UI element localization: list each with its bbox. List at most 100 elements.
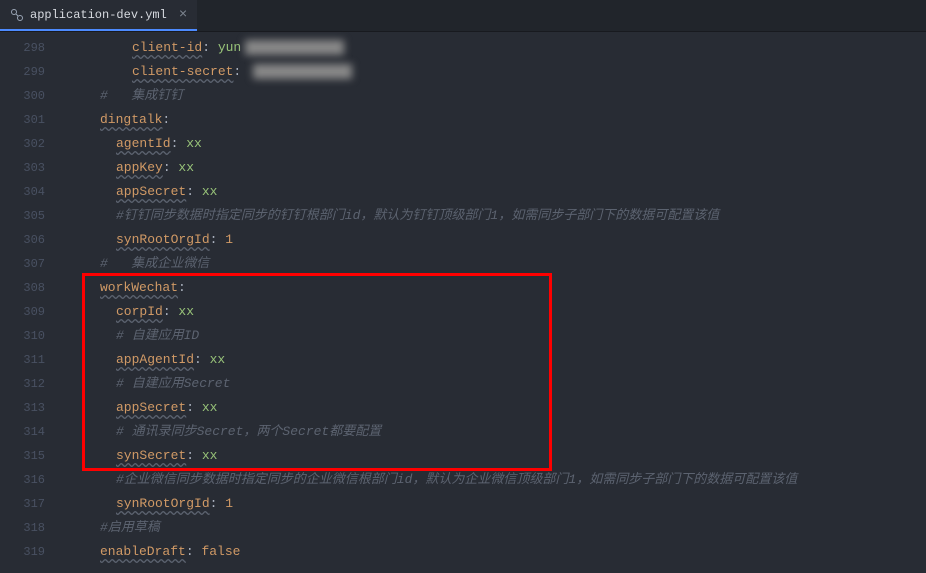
line-number-gutter: 2982993003013023033043053063073083093103…: [0, 32, 62, 573]
code-line[interactable]: appSecret: xx: [62, 396, 926, 420]
comment-text: # 集成钉钉: [100, 88, 183, 103]
obscured-value: xxxxx: [253, 64, 352, 79]
colon: :: [171, 136, 187, 151]
yaml-key: appKey: [116, 160, 163, 175]
tabs-bar: application-dev.yml ×: [0, 0, 926, 32]
yaml-value: 1: [225, 232, 233, 247]
line-number: 301: [0, 108, 61, 132]
yaml-value: xx: [210, 352, 226, 367]
close-icon[interactable]: ×: [179, 7, 187, 23]
comment-text: #启用草稿: [100, 520, 160, 535]
code-line[interactable]: agentId: xx: [62, 132, 926, 156]
code-content[interactable]: client-id: yunxxxxxclient-secret: xxxxx#…: [62, 32, 926, 573]
yaml-value: false: [201, 544, 240, 559]
colon: :: [163, 304, 179, 319]
yaml-key: appSecret: [116, 184, 186, 199]
code-line[interactable]: # 通讯录同步Secret，两个Secret都要配置: [62, 420, 926, 444]
yaml-value: xx: [202, 400, 218, 415]
line-number: 310: [0, 324, 61, 348]
code-line[interactable]: synRootOrgId: 1: [62, 492, 926, 516]
code-line[interactable]: appAgentId: xx: [62, 348, 926, 372]
line-number: 306: [0, 228, 61, 252]
line-number: 316: [0, 468, 61, 492]
line-number: 315: [0, 444, 61, 468]
code-line[interactable]: appKey: xx: [62, 156, 926, 180]
yaml-value: 1: [225, 496, 233, 511]
colon: :: [186, 448, 202, 463]
line-number: 314: [0, 420, 61, 444]
code-line[interactable]: # 集成企业微信: [62, 252, 926, 276]
code-line[interactable]: #启用草稿: [62, 516, 926, 540]
code-line[interactable]: dingtalk:: [62, 108, 926, 132]
colon: :: [194, 352, 210, 367]
code-line[interactable]: synRootOrgId: 1: [62, 228, 926, 252]
code-line[interactable]: corpId: xx: [62, 300, 926, 324]
comment-text: # 自建应用Secret: [116, 376, 230, 391]
yaml-key: dingtalk: [100, 112, 162, 127]
yaml-value: xx: [186, 136, 202, 151]
code-line[interactable]: enableDraft: false: [62, 540, 926, 564]
line-number: 318: [0, 516, 61, 540]
yaml-key: synRootOrgId: [116, 232, 210, 247]
line-number: 303: [0, 156, 61, 180]
yaml-key: agentId: [116, 136, 171, 151]
code-line[interactable]: #企业微信同步数据时指定同步的企业微信根部门id，默认为企业微信顶级部门1，如需…: [62, 468, 926, 492]
line-number: 319: [0, 540, 61, 564]
colon: :: [186, 400, 202, 415]
line-number: 298: [0, 36, 61, 60]
code-line[interactable]: # 集成钉钉: [62, 84, 926, 108]
yaml-file-icon: [10, 8, 24, 22]
yaml-key: appSecret: [116, 400, 186, 415]
code-line[interactable]: client-secret: xxxxx: [62, 60, 926, 84]
code-line[interactable]: synSecret: xx: [62, 444, 926, 468]
yaml-key: client-id: [132, 40, 202, 55]
tab-active[interactable]: application-dev.yml ×: [0, 0, 197, 31]
line-number: 307: [0, 252, 61, 276]
yaml-value: xx: [202, 448, 218, 463]
colon: :: [202, 40, 218, 55]
yaml-key: corpId: [116, 304, 163, 319]
yaml-key: synRootOrgId: [116, 496, 210, 511]
colon: :: [163, 160, 179, 175]
comment-text: # 自建应用ID: [116, 328, 199, 343]
code-line[interactable]: client-id: yun xxxxx: [62, 36, 926, 60]
line-number: 317: [0, 492, 61, 516]
yaml-key: workWechat: [100, 280, 178, 295]
line-number: 313: [0, 396, 61, 420]
yaml-value: xx: [178, 304, 194, 319]
line-number: 308: [0, 276, 61, 300]
line-number: 302: [0, 132, 61, 156]
colon: :: [162, 112, 170, 127]
colon: :: [178, 280, 186, 295]
yaml-key: appAgentId: [116, 352, 194, 367]
tab-filename: application-dev.yml: [30, 8, 167, 22]
comment-text: # 通讯录同步Secret，两个Secret都要配置: [116, 424, 381, 439]
code-line[interactable]: #钉钉同步数据时指定同步的钉钉根部门id，默认为钉钉顶级部门1，如需同步子部门下…: [62, 204, 926, 228]
yaml-value: xx: [178, 160, 194, 175]
colon: :: [210, 496, 226, 511]
colon: :: [186, 544, 202, 559]
colon: :: [186, 184, 202, 199]
yaml-key: synSecret: [116, 448, 186, 463]
obscured-value: xxxxx: [245, 40, 344, 55]
comment-text: #钉钉同步数据时指定同步的钉钉根部门id，默认为钉钉顶级部门1，如需同步子部门下…: [116, 208, 719, 223]
line-number: 300: [0, 84, 61, 108]
line-number: 299: [0, 60, 61, 84]
colon: :: [233, 64, 249, 79]
line-number: 305: [0, 204, 61, 228]
yaml-key: enableDraft: [100, 544, 186, 559]
line-number: 309: [0, 300, 61, 324]
yaml-value: yun: [218, 40, 241, 55]
colon: :: [210, 232, 226, 247]
code-line[interactable]: workWechat:: [62, 276, 926, 300]
comment-text: # 集成企业微信: [100, 256, 209, 271]
code-line[interactable]: # 自建应用ID: [62, 324, 926, 348]
yaml-key: client-secret: [132, 64, 233, 79]
comment-text: #企业微信同步数据时指定同步的企业微信根部门id，默认为企业微信顶级部门1，如需…: [116, 472, 797, 487]
editor-area[interactable]: 2982993003013023033043053063073083093103…: [0, 32, 926, 573]
code-line[interactable]: appSecret: xx: [62, 180, 926, 204]
line-number: 304: [0, 180, 61, 204]
code-line[interactable]: # 自建应用Secret: [62, 372, 926, 396]
line-number: 311: [0, 348, 61, 372]
yaml-value: xx: [202, 184, 218, 199]
